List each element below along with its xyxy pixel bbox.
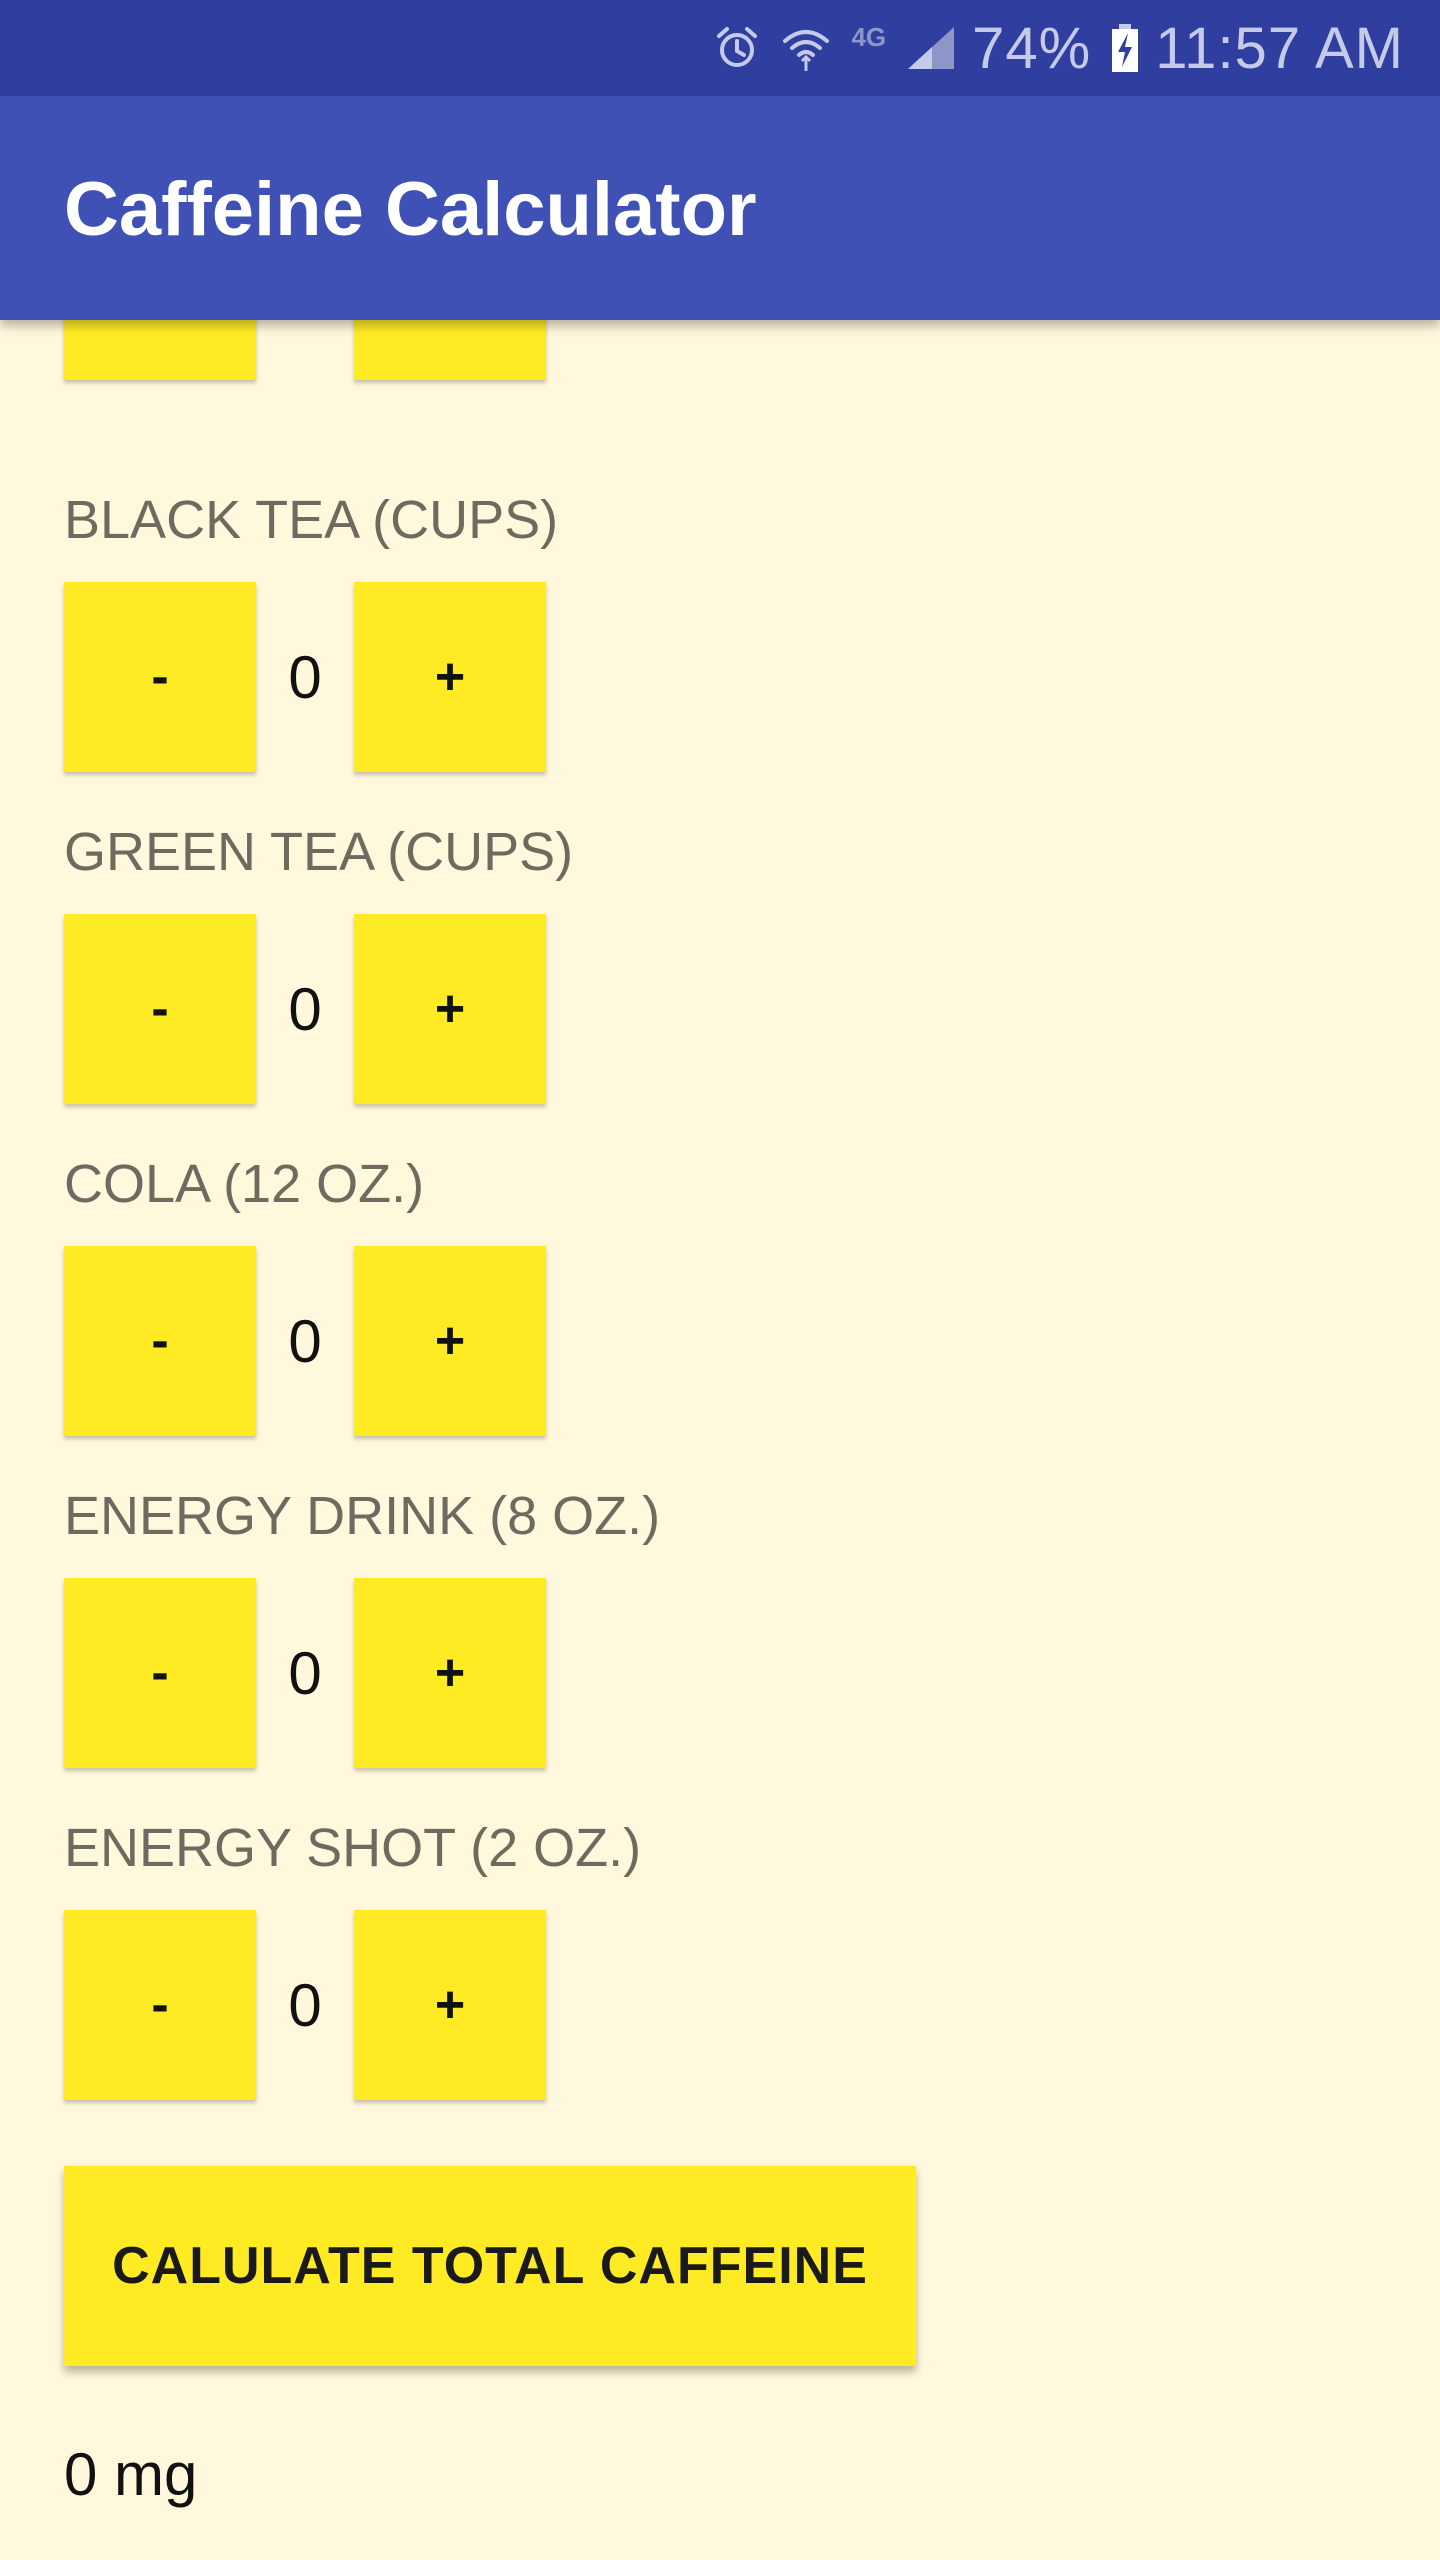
- wifi-icon: [781, 0, 831, 96]
- quantity-value: 0: [288, 1307, 322, 1375]
- stepper-green-tea: - 0 +: [64, 914, 546, 1104]
- alarm-icon: [713, 0, 761, 96]
- increment-button[interactable]: +: [354, 1246, 546, 1436]
- clock: 11:57 AM: [1155, 15, 1404, 81]
- quantity-value: 0: [288, 643, 322, 711]
- decrement-button[interactable]: -: [64, 1246, 256, 1436]
- increment-button[interactable]: +: [354, 1910, 546, 2100]
- quantity-value: 0: [288, 1971, 322, 2039]
- quantity-value: 0: [288, 1639, 322, 1707]
- label-energy-drink: ENERGY DRINK (8 OZ.): [64, 1486, 661, 1546]
- label-energy-shot: ENERGY SHOT (2 OZ.): [64, 1818, 642, 1878]
- total-caffeine-value: 0 mg: [64, 2441, 198, 2508]
- increment-button[interactable]: +: [354, 582, 546, 772]
- status-bar: 4G 74% 11:57 AM: [0, 0, 1440, 96]
- stepper-energy-drink: - 0 +: [64, 1578, 546, 1768]
- increment-button[interactable]: +: [354, 914, 546, 1104]
- decrement-button[interactable]: -: [64, 320, 256, 380]
- stepper-black-tea: - 0 +: [64, 582, 546, 772]
- stepper-cola: - 0 +: [64, 1246, 546, 1436]
- drink-list[interactable]: - 0 + BLACK TEA (CUPS) - 0 + GREEN TEA (…: [0, 320, 1440, 2560]
- quantity-value: 0: [288, 975, 322, 1043]
- label-green-tea: GREEN TEA (CUPS): [64, 822, 574, 882]
- app-title: Caffeine Calculator: [64, 167, 757, 252]
- label-black-tea: BLACK TEA (CUPS): [64, 490, 559, 550]
- signal-icon: [906, 0, 956, 96]
- decrement-button[interactable]: -: [64, 914, 256, 1104]
- decrement-button[interactable]: -: [64, 1578, 256, 1768]
- increment-button[interactable]: +: [354, 320, 546, 380]
- app-bar: Caffeine Calculator: [0, 96, 1440, 320]
- battery-percent: 74%: [972, 15, 1092, 81]
- label-cola: COLA (12 OZ.): [64, 1154, 425, 1214]
- calculate-total-button[interactable]: CALULATE TOTAL CAFFEINE: [64, 2166, 916, 2366]
- increment-button[interactable]: +: [354, 1578, 546, 1768]
- battery-charging-icon: [1111, 0, 1139, 96]
- decrement-button[interactable]: -: [64, 1910, 256, 2100]
- 4g-icon: 4G: [851, 21, 887, 52]
- decrement-button[interactable]: -: [64, 582, 256, 772]
- stepper-coffee: - 0 +: [64, 320, 546, 380]
- stepper-energy-shot: - 0 +: [64, 1910, 546, 2100]
- quantity-value: 0: [256, 320, 354, 380]
